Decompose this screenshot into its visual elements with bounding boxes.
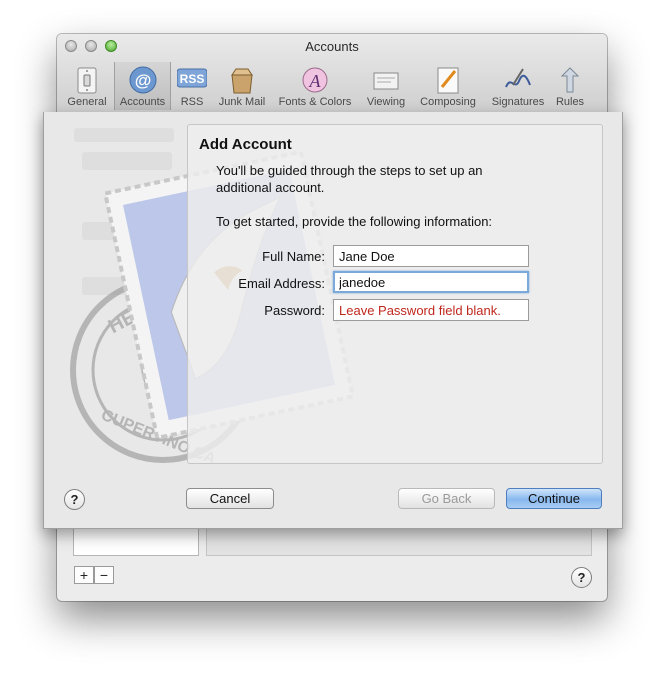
sheet-title: Add Account <box>199 136 292 153</box>
composing-icon <box>437 67 459 94</box>
toolbar-label-general: General <box>67 96 107 108</box>
toolbar-label-signatures: Signatures <box>491 96 545 108</box>
svg-text:RSS: RSS <box>180 72 205 86</box>
sheet-prompt-text: To get started, provide the following in… <box>216 214 493 229</box>
toolbar-item-junk-mail[interactable]: Junk Mail <box>214 62 270 110</box>
password-input[interactable] <box>333 299 529 321</box>
toolbar-item-composing[interactable]: Composing <box>414 62 482 110</box>
toolbar-item-general[interactable]: General <box>63 62 111 110</box>
toolbar-label-fonts-colors: Fonts & Colors <box>278 96 352 108</box>
fonts-colors-icon: A <box>302 67 328 93</box>
email-address-label: Email Address: <box>238 276 325 291</box>
full-name-label: Full Name: <box>262 249 325 264</box>
toolbar-label-accounts: Accounts <box>119 96 166 108</box>
junk-mail-icon <box>231 68 253 94</box>
toolbar-item-fonts-colors[interactable]: A Fonts & Colors <box>273 62 357 110</box>
toolbar-label-rss: RSS <box>180 96 204 108</box>
light-switch-icon <box>77 67 97 94</box>
toolbar-label-junk-mail: Junk Mail <box>218 96 266 108</box>
signatures-icon <box>505 68 531 88</box>
preferences-help-button[interactable]: ? <box>571 567 592 588</box>
go-back-button[interactable]: Go Back <box>398 488 495 509</box>
window-title: Accounts <box>305 39 359 54</box>
title-bar: Accounts General @ Accounts RSS RSS Junk… <box>57 34 607 113</box>
toolbar-item-signatures[interactable]: Signatures <box>485 62 551 110</box>
toolbar-label-rules: Rules <box>555 96 585 108</box>
rules-icon <box>560 67 580 93</box>
password-label: Password: <box>264 303 325 318</box>
sheet-intro-text: You'll be guided through the steps to se… <box>216 163 483 195</box>
toolbar-label-viewing: Viewing <box>366 96 406 108</box>
add-account-sheet: HELLO FR CUPERTINO CA Add Account You'll… <box>43 112 623 529</box>
toolbar-item-rules[interactable]: Rules <box>553 62 587 110</box>
email-address-input[interactable] <box>333 271 529 293</box>
viewing-icon <box>373 72 399 90</box>
ghost-accounts-header <box>74 128 174 142</box>
toolbar-item-accounts[interactable]: @ Accounts <box>114 62 171 110</box>
at-sign-icon: @ <box>129 66 156 94</box>
add-account-button[interactable]: + <box>74 566 94 584</box>
toolbar-label-composing: Composing <box>420 96 476 108</box>
sheet-help-button[interactable]: ? <box>64 489 85 510</box>
remove-account-button[interactable]: − <box>94 566 114 584</box>
svg-text:@: @ <box>134 71 151 90</box>
svg-text:A: A <box>309 71 322 91</box>
toolbar-item-rss[interactable]: RSS RSS <box>172 62 212 110</box>
toolbar-item-viewing[interactable]: Viewing <box>360 62 412 110</box>
full-name-input[interactable] <box>333 245 529 267</box>
rss-icon: RSS <box>177 68 207 88</box>
cancel-button[interactable]: Cancel <box>186 488 274 509</box>
continue-button[interactable]: Continue <box>506 488 602 509</box>
